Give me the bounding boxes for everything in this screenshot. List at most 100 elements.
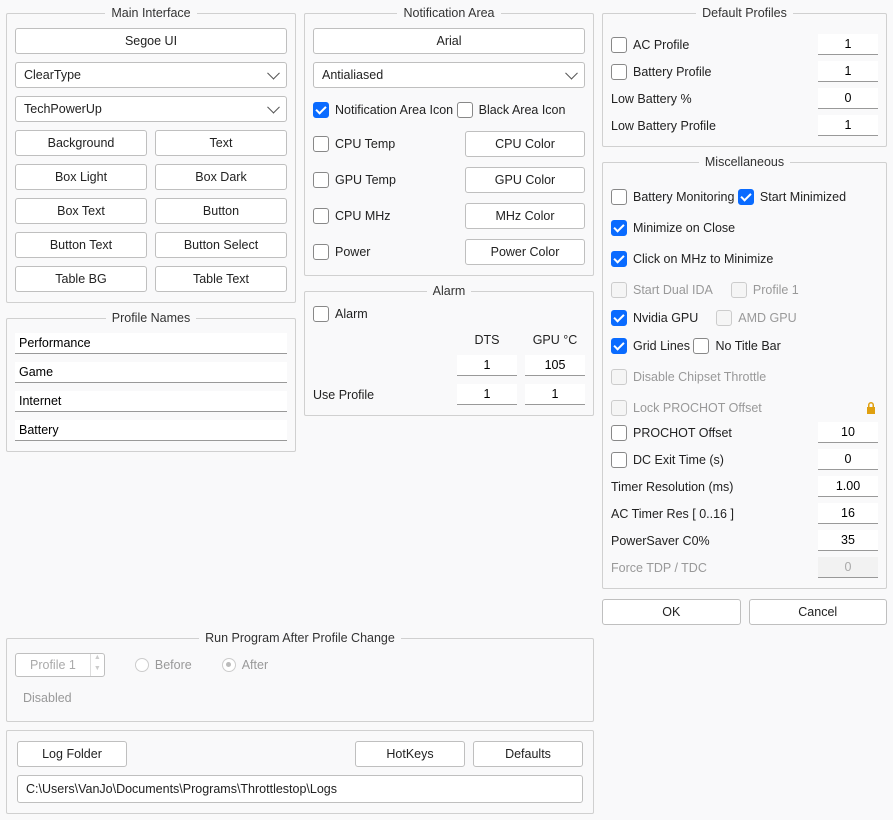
default-profiles-group: Default Profiles AC Profile Battery Prof…: [602, 6, 887, 147]
black-area-icon-checkbox[interactable]: Black Area Icon: [457, 102, 566, 118]
force-tdp-input: [818, 557, 878, 578]
battery-profile-checkbox[interactable]: Battery Profile: [611, 64, 712, 80]
alarm-gpu-input[interactable]: [525, 355, 585, 376]
low-battery-pct-label: Low Battery %: [611, 92, 692, 106]
nvidia-gpu-checkbox[interactable]: Nvidia GPU: [611, 310, 698, 326]
after-radio: After: [222, 658, 268, 672]
skin-select[interactable]: TechPowerUp: [15, 96, 287, 122]
click-mhz-checkbox[interactable]: Click on MHz to Minimize: [611, 251, 773, 267]
run-after-title: Run Program After Profile Change: [199, 631, 401, 645]
checkbox-icon: [731, 282, 747, 298]
powersaver-input[interactable]: [818, 530, 878, 551]
ac-timer-input[interactable]: [818, 503, 878, 524]
checkbox-icon: [693, 338, 709, 354]
power-color-button[interactable]: Power Color: [465, 239, 585, 265]
alarm-checkbox[interactable]: Alarm: [313, 306, 368, 322]
notif-font-button[interactable]: Arial: [313, 28, 585, 54]
dc-exit-checkbox[interactable]: DC Exit Time (s): [611, 452, 724, 468]
use-profile-label: Use Profile: [313, 388, 449, 402]
timer-res-input[interactable]: [818, 476, 878, 497]
box-light-button[interactable]: Box Light: [15, 164, 147, 190]
cpu-mhz-checkbox[interactable]: CPU MHz: [313, 208, 391, 224]
profile-1-checkbox: Profile 1: [731, 282, 799, 298]
cpu-temp-checkbox[interactable]: CPU Temp: [313, 136, 395, 152]
minimize-on-close-checkbox[interactable]: Minimize on Close: [611, 220, 735, 236]
log-folder-button[interactable]: Log Folder: [17, 741, 127, 767]
dts-header: DTS: [457, 333, 517, 347]
rendering-select[interactable]: ClearType: [15, 62, 287, 88]
checkbox-icon: [313, 244, 329, 260]
ac-profile-input[interactable]: [818, 34, 878, 55]
powersaver-label: PowerSaver C0%: [611, 534, 710, 548]
misc-title: Miscellaneous: [699, 155, 790, 169]
no-title-bar-checkbox[interactable]: No Title Bar: [693, 338, 780, 354]
profile-name-4[interactable]: [15, 420, 287, 441]
checkbox-icon: [611, 251, 627, 267]
spinner-buttons[interactable]: ▲▼: [90, 654, 104, 676]
gpu-color-button[interactable]: GPU Color: [465, 167, 585, 193]
ac-profile-checkbox[interactable]: AC Profile: [611, 37, 689, 53]
main-font-button[interactable]: Segoe UI: [15, 28, 287, 54]
low-battery-profile-input[interactable]: [818, 115, 878, 136]
box-dark-button[interactable]: Box Dark: [155, 164, 287, 190]
notif-rendering-select[interactable]: Antialiased: [313, 62, 585, 88]
profile-name-2[interactable]: [15, 362, 287, 383]
main-interface-title: Main Interface: [105, 6, 196, 20]
force-tdp-label: Force TDP / TDC: [611, 561, 707, 575]
run-after-group: Run Program After Profile Change Profile…: [6, 631, 594, 722]
defaults-button[interactable]: Defaults: [473, 741, 583, 767]
power-checkbox[interactable]: Power: [313, 244, 370, 260]
prochot-offset-checkbox[interactable]: PROCHOT Offset: [611, 425, 732, 441]
use-profile-gpu-input[interactable]: [525, 384, 585, 405]
use-profile-dts-input[interactable]: [457, 384, 517, 405]
text-button[interactable]: Text: [155, 130, 287, 156]
notification-title: Notification Area: [397, 6, 500, 20]
alarm-dts-input[interactable]: [457, 355, 517, 376]
battery-monitoring-checkbox[interactable]: Battery Monitoring: [611, 189, 734, 205]
cancel-button[interactable]: Cancel: [749, 599, 888, 625]
profile-names-title: Profile Names: [106, 311, 197, 325]
prochot-offset-input[interactable]: [818, 422, 878, 443]
checkbox-icon: [611, 37, 627, 53]
hotkeys-button[interactable]: HotKeys: [355, 741, 465, 767]
before-radio: Before: [135, 658, 192, 672]
table-text-button[interactable]: Table Text: [155, 266, 287, 292]
checkbox-icon: [611, 452, 627, 468]
ok-button[interactable]: OK: [602, 599, 741, 625]
checkbox-icon: [611, 338, 627, 354]
table-bg-button[interactable]: Table BG: [15, 266, 147, 292]
main-interface-group: Main Interface Segoe UI ClearType TechPo…: [6, 6, 296, 303]
battery-profile-input[interactable]: [818, 61, 878, 82]
background-button[interactable]: Background: [15, 130, 147, 156]
disable-chipset-checkbox: Disable Chipset Throttle: [611, 369, 766, 385]
button-select-button[interactable]: Button Select: [155, 232, 287, 258]
checkbox-icon: [611, 189, 627, 205]
run-after-spinner[interactable]: Profile 1 ▲▼: [15, 653, 105, 677]
gpu-temp-checkbox[interactable]: GPU Temp: [313, 172, 396, 188]
log-folder-path[interactable]: C:\Users\VanJo\Documents\Programs\Thrott…: [17, 775, 583, 803]
profile-name-1[interactable]: [15, 333, 287, 354]
button-text-button[interactable]: Button Text: [15, 232, 147, 258]
profile-names-group: Profile Names: [6, 311, 296, 452]
checkbox-icon: [313, 102, 329, 118]
dc-exit-input[interactable]: [818, 449, 878, 470]
start-minimized-checkbox[interactable]: Start Minimized: [738, 189, 846, 205]
button-button[interactable]: Button: [155, 198, 287, 224]
mhz-color-button[interactable]: MHz Color: [465, 203, 585, 229]
checkbox-icon: [611, 220, 627, 236]
checkbox-icon: [611, 425, 627, 441]
radio-icon: [222, 658, 236, 672]
lock-icon: [864, 401, 878, 415]
start-dual-ida-checkbox: Start Dual IDA: [611, 282, 713, 298]
notification-area-icon-checkbox[interactable]: Notification Area Icon: [313, 102, 453, 118]
checkbox-icon: [313, 306, 329, 322]
cpu-color-button[interactable]: CPU Color: [465, 131, 585, 157]
alarm-title: Alarm: [427, 284, 472, 298]
box-text-button[interactable]: Box Text: [15, 198, 147, 224]
checkbox-icon: [313, 208, 329, 224]
profile-name-3[interactable]: [15, 391, 287, 412]
low-battery-pct-input[interactable]: [818, 88, 878, 109]
checkbox-icon: [738, 189, 754, 205]
default-profiles-title: Default Profiles: [696, 6, 793, 20]
grid-lines-checkbox[interactable]: Grid Lines: [611, 338, 690, 354]
